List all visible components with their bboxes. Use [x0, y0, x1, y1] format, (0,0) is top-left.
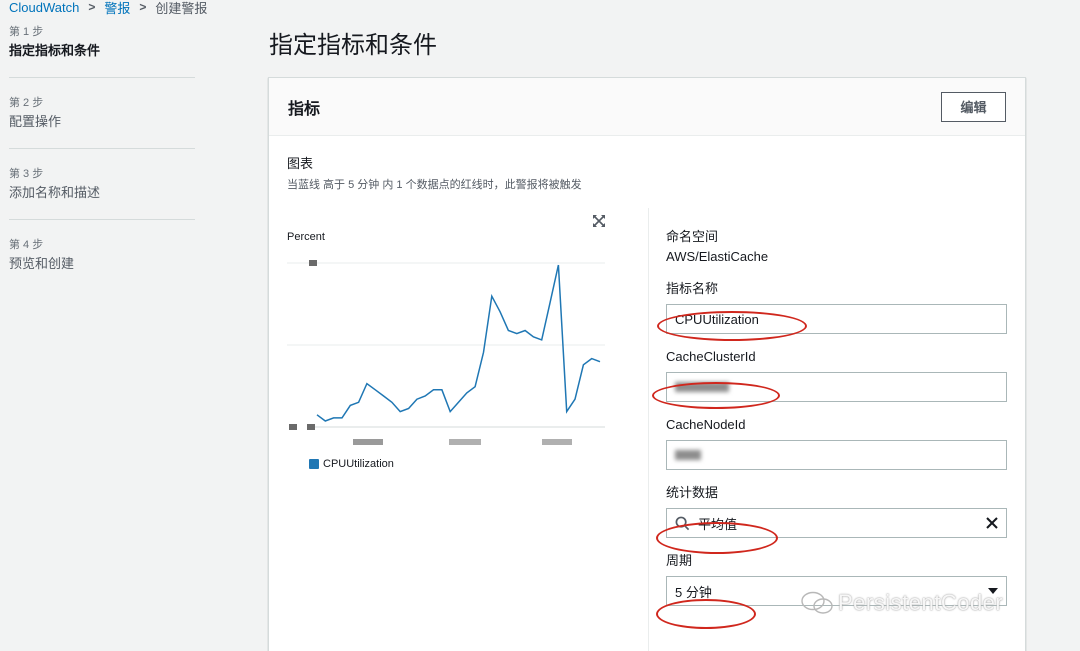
namespace-value: AWS/ElastiCache [666, 249, 769, 264]
metric-panel: 指标 编辑 图表 当蓝线 高于 5 分钟 内 1 个数据点的红线时，此警报将被触… [268, 77, 1026, 651]
cpu-utilization-series-line [316, 264, 601, 422]
redacted-tick-label [309, 260, 317, 266]
watermark: PersistentCoder [800, 590, 1003, 616]
redacted-tick-label [289, 424, 297, 430]
metric-name-value: CPUUtilization [675, 311, 759, 327]
step-number: 第 3 步 [9, 168, 44, 180]
column-divider [648, 208, 649, 651]
chevron-right-icon: > [88, 0, 96, 14]
breadcrumb-alarms-link[interactable]: 警报 [104, 0, 130, 17]
statistic-input[interactable]: 平均值 [666, 508, 1007, 538]
namespace-field: 命名空间 AWS/ElastiCache [666, 228, 1008, 266]
breadcrumb-cloudwatch-link[interactable]: CloudWatch [9, 0, 79, 15]
graph-description: 当蓝线 高于 5 分钟 内 1 个数据点的红线时，此警报将被触发 [287, 179, 582, 191]
page-title: 指定指标和条件 [269, 32, 437, 59]
wizard-step-4: 第 4 步 预览和创建 [9, 237, 195, 290]
graph-title: 图表 [287, 156, 314, 171]
chart-y-axis-label: Percent [287, 231, 325, 243]
redacted-value [675, 450, 701, 460]
step-number: 第 4 步 [9, 239, 44, 251]
redacted-tick-label [353, 439, 383, 445]
wechat-icon [801, 591, 833, 614]
period-label: 周期 [666, 553, 693, 568]
statistic-value: 平均值 [698, 516, 738, 532]
cache-node-id-label: CacheNodeId [666, 417, 746, 432]
chart-legend[interactable]: CPUUtilization [309, 458, 394, 470]
legend-swatch [309, 459, 319, 469]
metric-name-label: 指标名称 [666, 281, 719, 296]
graph-header: 图表 当蓝线 高于 5 分钟 内 1 个数据点的红线时，此警报将被触发 [287, 153, 582, 192]
legend-label: CPUUtilization [323, 458, 394, 470]
step-title: 配置操作 [9, 114, 62, 129]
wizard-step-1: 第 1 步 指定指标和条件 [9, 24, 195, 78]
step-title: 添加名称和描述 [9, 185, 101, 200]
cache-cluster-id-field: CacheClusterId [666, 348, 1008, 402]
statistic-field: 统计数据 平均值 [666, 484, 1008, 538]
step-number: 第 2 步 [9, 97, 44, 109]
redacted-tick-label [307, 424, 315, 430]
panel-header: 指标 编辑 [269, 78, 1025, 136]
step-title: 预览和创建 [9, 256, 75, 271]
edit-button[interactable]: 编辑 [941, 91, 1006, 122]
cpu-utilization-chart [287, 260, 605, 445]
redacted-value [675, 382, 729, 392]
cache-cluster-id-label: CacheClusterId [666, 349, 756, 364]
wizard-step-2: 第 2 步 配置操作 [9, 95, 195, 149]
panel-title: 指标 [288, 100, 321, 118]
redacted-tick-label [542, 439, 572, 445]
breadcrumb: CloudWatch > 警报 > 创建警报 [9, 0, 207, 16]
close-icon[interactable] [984, 515, 1000, 531]
wizard-step-3: 第 3 步 添加名称和描述 [9, 166, 195, 220]
breadcrumb-current: 创建警报 [155, 0, 208, 16]
watermark-text: PersistentCoder [838, 590, 1004, 615]
wizard-steps: 第 1 步 指定指标和条件 第 2 步 配置操作 第 3 步 添加名称和描述 第… [9, 24, 195, 307]
metric-fields: 命名空间 AWS/ElastiCache 指标名称 CPUUtilization… [666, 228, 1008, 620]
step-title: 指定指标和条件 [9, 43, 101, 58]
period-value: 5 分钟 [675, 584, 712, 600]
redacted-tick-label [449, 439, 481, 445]
chevron-right-icon: > [139, 0, 147, 14]
search-icon [675, 516, 690, 530]
metric-name-field: 指标名称 CPUUtilization [666, 280, 1008, 334]
cache-node-id-input[interactable] [666, 440, 1007, 470]
expand-icon[interactable] [592, 214, 606, 228]
metric-name-input[interactable]: CPUUtilization [666, 304, 1007, 334]
cache-node-id-field: CacheNodeId [666, 416, 1008, 470]
step-number: 第 1 步 [9, 26, 44, 38]
statistic-label: 统计数据 [666, 485, 719, 500]
cache-cluster-id-input[interactable] [666, 372, 1007, 402]
namespace-label: 命名空间 [666, 229, 719, 244]
